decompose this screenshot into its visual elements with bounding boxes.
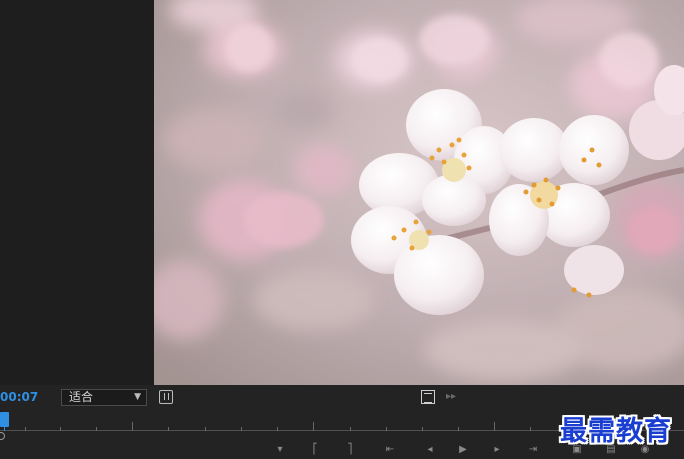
- zoom-level-dropdown[interactable]: 适合 ▼: [61, 389, 147, 406]
- playhead-handle[interactable]: [0, 412, 9, 427]
- ruler-tick: [241, 427, 242, 431]
- watermark-logo: 最需教育: [560, 416, 672, 447]
- step-forward-icon[interactable]: ▸▸: [446, 390, 460, 404]
- ruler-tick: [313, 422, 314, 431]
- zoom-scroll-handle[interactable]: [0, 432, 5, 440]
- safe-margins-icon[interactable]: [421, 390, 435, 404]
- source-panel: [0, 0, 154, 385]
- program-monitor-preview[interactable]: [154, 0, 684, 385]
- ruler-tick: [25, 427, 26, 431]
- ruler-tick: [277, 427, 278, 431]
- mark-in-icon[interactable]: ⎡: [310, 443, 320, 457]
- play-icon[interactable]: ▶: [458, 443, 468, 457]
- playhead-line: [4, 427, 5, 431]
- ruler-tick: [96, 427, 97, 431]
- preview-image: [154, 0, 684, 385]
- ruler-tick: [458, 427, 459, 431]
- ruler-tick: [386, 427, 387, 431]
- mark-out-icon[interactable]: ⎤: [345, 443, 355, 457]
- ruler-tick: [530, 427, 531, 431]
- step-back-icon[interactable]: ◂: [425, 443, 435, 457]
- zoom-level-label: 适合: [69, 390, 94, 404]
- ruler-tick: [205, 427, 206, 431]
- ruler-tick: [60, 427, 61, 431]
- ruler-tick: [132, 422, 133, 431]
- ruler-tick: [168, 427, 169, 431]
- ruler-tick: [422, 427, 423, 431]
- ruler-tick: [494, 422, 495, 431]
- wrench-settings-icon[interactable]: [159, 390, 173, 404]
- marker-icon[interactable]: ▾: [275, 443, 285, 457]
- ruler-tick: [350, 427, 351, 431]
- chevron-down-icon: ▼: [134, 392, 141, 402]
- step-forward-icon[interactable]: ▸: [492, 443, 502, 457]
- playhead-timecode[interactable]: 00:07: [0, 390, 38, 404]
- go-to-in-icon[interactable]: ⇤: [385, 443, 395, 457]
- go-to-out-icon[interactable]: ⇥: [528, 443, 538, 457]
